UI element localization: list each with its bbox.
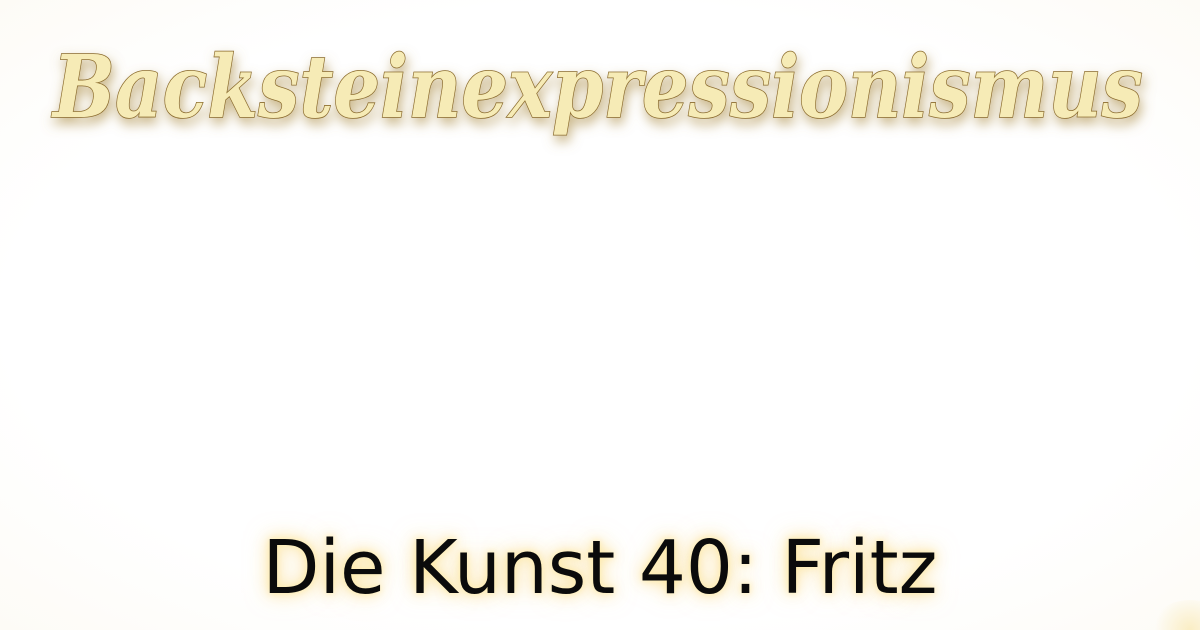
cover-canvas: Backsteinexpressionismus Die Kunst 40: F…	[0, 0, 1200, 630]
headline-graphic: Backsteinexpressionismus	[50, 36, 1144, 139]
headline-text: Backsteinexpressionismus	[50, 37, 1143, 138]
subtitle-text: Die Kunst 40: Fritz	[262, 525, 938, 611]
